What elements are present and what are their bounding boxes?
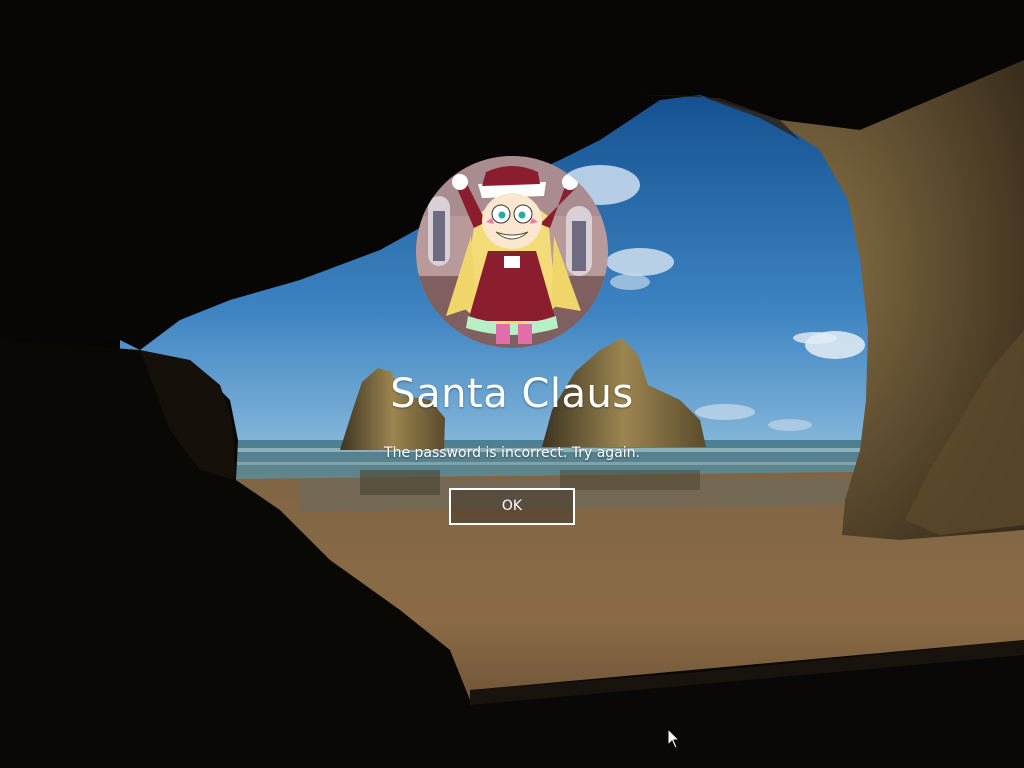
user-avatar-cartoon-icon — [416, 156, 608, 348]
mouse-cursor-icon — [667, 728, 681, 749]
user-avatar — [416, 156, 608, 348]
windows-lock-screen: Santa Claus The password is incorrect. T… — [0, 0, 1024, 768]
ok-button[interactable]: OK — [449, 488, 575, 525]
error-message: The password is incorrect. Try again. — [384, 445, 640, 461]
user-name: Santa Claus — [390, 371, 634, 417]
